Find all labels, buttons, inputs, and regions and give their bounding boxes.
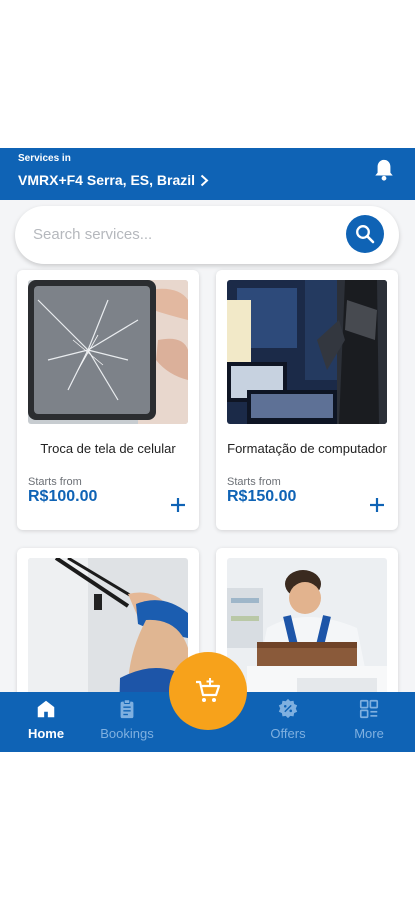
add-icon[interactable] xyxy=(169,496,187,514)
service-image-cracked-phone xyxy=(28,280,188,424)
search-icon xyxy=(356,225,375,244)
nav-item-offers[interactable]: Offers xyxy=(253,698,323,748)
search-input[interactable]: Search services... xyxy=(33,226,152,243)
nav-label-home: Home xyxy=(27,726,65,741)
nav-item-home[interactable]: Home xyxy=(11,698,81,748)
nav-item-bookings[interactable]: Bookings xyxy=(92,698,162,748)
location-selector[interactable]: VMRX+F4 Serra, ES, Brazil xyxy=(18,172,209,188)
chevron-right-icon xyxy=(200,174,209,186)
location-text: VMRX+F4 Serra, ES, Brazil xyxy=(18,172,196,188)
starts-from-label: Starts from xyxy=(227,476,281,488)
service-title: Troca de tela de celular xyxy=(40,441,176,456)
add-icon[interactable] xyxy=(368,496,386,514)
starts-from-label: Starts from xyxy=(28,476,82,488)
nav-label-bookings: Bookings xyxy=(100,726,154,741)
cart-fab-button[interactable] xyxy=(169,652,247,730)
cart-plus-icon xyxy=(196,678,221,702)
services-in-label: Services in xyxy=(18,153,71,164)
nav-item-more[interactable]: More xyxy=(334,698,404,748)
service-price: R$150.00 xyxy=(227,488,297,505)
service-card-computer-format[interactable]: Formatação de computador Starts from R$1… xyxy=(216,270,398,530)
discount-badge-icon xyxy=(278,698,298,719)
service-card-screen-repair[interactable]: Troca de tela de celular Starts from R$1… xyxy=(17,270,199,530)
search-bar[interactable]: Search services... xyxy=(15,206,399,264)
nav-label-offers: Offers xyxy=(270,726,306,741)
service-image-computer-technician xyxy=(227,280,387,424)
search-button[interactable] xyxy=(346,215,384,253)
clipboard-icon xyxy=(120,699,134,719)
home-icon xyxy=(37,700,55,718)
grid-menu-icon xyxy=(359,699,379,719)
header: Services in VMRX+F4 Serra, ES, Brazil xyxy=(0,148,415,200)
service-price: R$100.00 xyxy=(28,488,98,505)
bell-icon[interactable] xyxy=(373,158,395,182)
nav-label-more: More xyxy=(354,726,384,741)
service-title: Formatação de computador xyxy=(227,441,387,456)
screen: Services in VMRX+F4 Serra, ES, Brazil Se… xyxy=(0,0,415,900)
app-container: Services in VMRX+F4 Serra, ES, Brazil Se… xyxy=(0,148,415,752)
